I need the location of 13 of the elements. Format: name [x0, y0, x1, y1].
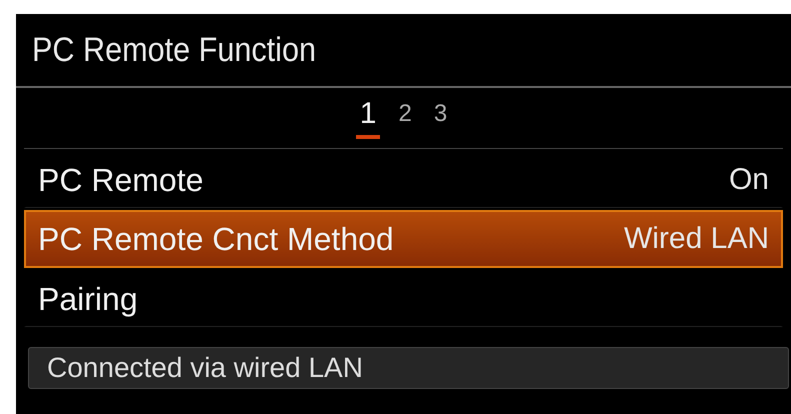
item-value: Wired LAN [624, 222, 769, 256]
item-label: Pairing [38, 280, 138, 318]
page-tab[interactable]: 3 [430, 100, 452, 136]
page-tab[interactable]: 2 [394, 100, 416, 136]
menu-item[interactable]: Pairing [24, 270, 783, 327]
item-label: PC Remote [38, 162, 204, 198]
page-tab[interactable]: 1 [356, 97, 380, 139]
menu-item[interactable]: PC Remote On [24, 151, 783, 208]
item-value: On [728, 163, 769, 197]
help-text: Connected via wired LAN [28, 347, 789, 389]
window-title: PC Remote Function [32, 30, 316, 70]
item-label: PC Remote Cnct Method [38, 220, 394, 258]
menu-item[interactable]: PC Remote Cnct Method Wired LAN [24, 210, 783, 268]
